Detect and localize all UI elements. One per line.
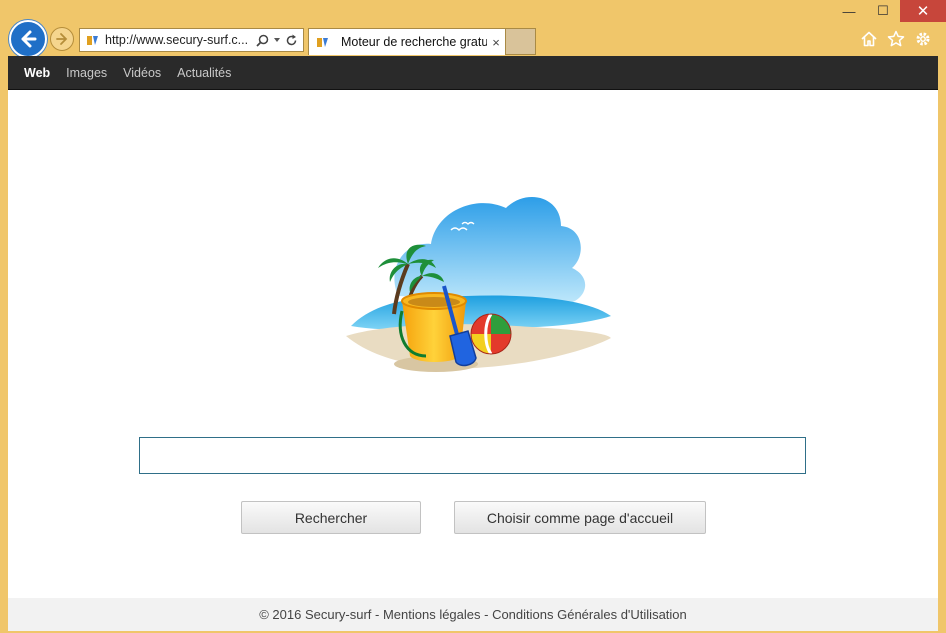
top-navbar: Web Images Vidéos Actualités (8, 56, 938, 90)
new-tab-button[interactable] (506, 28, 536, 55)
back-button[interactable] (9, 20, 47, 58)
home-icon[interactable] (860, 30, 878, 48)
forward-button[interactable] (50, 27, 74, 51)
beach-logo-illustration (346, 196, 611, 372)
browser-chrome: — ☐ ✕ http://www.secury-surf.c... Moteur… (0, 0, 946, 58)
tab-favicon-icon (316, 36, 329, 49)
dropdown-chevron-icon[interactable] (273, 36, 281, 44)
minimize-button[interactable]: — (832, 0, 866, 22)
search-input[interactable] (139, 437, 806, 474)
page-footer: © 2016 Secury-surf - Mentions légales - … (8, 598, 938, 631)
page-content: Web Images Vidéos Actualités Rechercher … (8, 56, 938, 631)
search-button[interactable]: Rechercher (241, 501, 421, 534)
nav-images[interactable]: Images (66, 66, 107, 80)
window-controls: — ☐ ✕ (832, 0, 946, 22)
star-icon[interactable] (887, 30, 905, 48)
set-homepage-button[interactable]: Choisir comme page d'accueil (454, 501, 706, 534)
tab-active[interactable]: Moteur de recherche gratui... × (308, 28, 506, 55)
forward-arrow-icon (56, 33, 68, 45)
address-url[interactable]: http://www.secury-surf.c... (105, 33, 256, 47)
refresh-icon[interactable] (285, 34, 298, 47)
footer-text[interactable]: © 2016 Secury-surf - Mentions légales - … (259, 607, 687, 622)
maximize-button[interactable]: ☐ (866, 0, 900, 22)
tab-title: Moteur de recherche gratui... (341, 35, 487, 49)
tab-close-icon[interactable]: × (487, 35, 505, 50)
search-icon[interactable] (256, 34, 269, 47)
site-favicon-icon (86, 34, 99, 47)
nav-news[interactable]: Actualités (177, 66, 231, 80)
back-arrow-icon (21, 30, 37, 48)
address-bar[interactable]: http://www.secury-surf.c... (79, 28, 304, 52)
nav-videos[interactable]: Vidéos (123, 66, 161, 80)
gear-icon[interactable] (914, 30, 932, 48)
close-window-button[interactable]: ✕ (900, 0, 946, 22)
nav-web[interactable]: Web (24, 66, 50, 80)
